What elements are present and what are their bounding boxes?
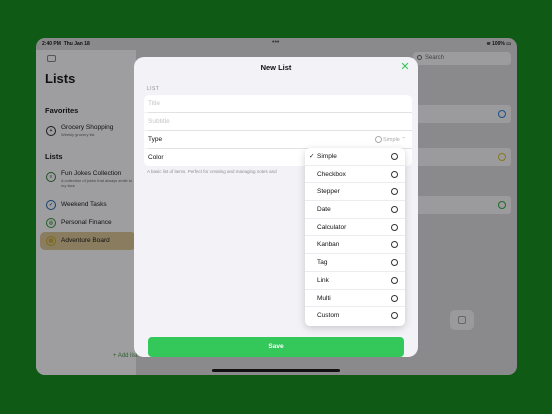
calculator-icon	[391, 223, 398, 231]
sidebar-item-label: Adventure Board	[61, 237, 110, 244]
title-field[interactable]	[144, 95, 412, 112]
target-icon: ◎	[46, 218, 56, 228]
add-list-button[interactable]: + Add list	[113, 353, 138, 359]
tag-icon	[391, 259, 398, 267]
menu-item-multi[interactable]: Multi	[305, 290, 405, 308]
menu-item-label: Simple	[317, 153, 337, 160]
menu-item-checkbox[interactable]: Checkbox	[305, 166, 405, 184]
add-circle-icon: +	[46, 126, 56, 136]
status-bar: 2:40 PM Thu Jan 18 ••• ≋ 100% ▭	[36, 38, 517, 50]
link-icon	[391, 276, 398, 284]
menu-item-label: Kanban	[317, 241, 340, 249]
menu-item-link[interactable]: Link	[305, 272, 405, 290]
menu-item-kanban[interactable]: Kanban	[305, 236, 405, 255]
type-menu: ✓ Simple Checkbox Stepper Date Calculator…	[305, 148, 405, 326]
sidebar-title: Lists	[45, 71, 76, 86]
menu-item-date[interactable]: Date	[305, 201, 405, 219]
sidebar-item-weekend-tasks[interactable]: ✓ Weekend Tasks	[40, 196, 136, 214]
sidebar: Lists Favorites + Grocery Shopping Weekl…	[36, 50, 136, 375]
sidebar-item-adventure-board[interactable]: ▦ Adventure Board	[40, 232, 136, 250]
status-icon	[498, 110, 506, 118]
menu-item-label: Stepper	[317, 188, 340, 196]
multi-icon	[391, 294, 398, 302]
type-label: Type	[148, 136, 163, 143]
battery-indicator: ≋ 100% ▭	[486, 41, 511, 47]
search-field[interactable]: Search	[413, 52, 511, 65]
subtitle-input[interactable]	[148, 118, 408, 125]
custom-icon	[391, 312, 398, 320]
sidebar-item-label: Personal Finance	[61, 219, 112, 226]
list-row[interactable]	[410, 196, 511, 214]
list-section-label: LIST	[147, 86, 160, 92]
sheet-title: New List	[260, 63, 292, 72]
checkmark-circle-icon: ✓	[46, 200, 56, 210]
status-time: 2:40 PM Thu Jan 18	[42, 41, 90, 47]
menu-item-simple[interactable]: ✓ Simple	[305, 148, 405, 166]
subtitle-field[interactable]	[144, 113, 412, 130]
status-date: Thu Jan 18	[63, 41, 90, 47]
type-description: A basic list of items. Perfect for creat…	[147, 169, 277, 174]
menu-item-label: Checkbox	[317, 170, 346, 178]
type-value: Simple	[383, 136, 400, 143]
title-input[interactable]	[148, 100, 408, 107]
type-picker[interactable]: Simple ⌃	[375, 136, 406, 143]
list-row[interactable]	[410, 148, 511, 166]
search-placeholder: Search	[425, 55, 445, 61]
lists-heading: Lists	[45, 152, 63, 161]
sidebar-item-label: Grocery Shopping	[61, 124, 114, 131]
menu-item-label: Calculator	[317, 223, 347, 231]
menu-item-tag[interactable]: Tag	[305, 254, 405, 272]
menu-item-label: Tag	[317, 259, 328, 267]
status-icon	[498, 153, 506, 161]
stepper-icon	[391, 188, 398, 196]
menu-item-custom[interactable]: Custom	[305, 307, 405, 325]
sidebar-item-grocery-shopping[interactable]: + Grocery Shopping Weekly grocery list	[40, 122, 136, 140]
home-indicator[interactable]	[212, 369, 340, 372]
calendar-icon	[391, 206, 398, 214]
status-icon	[498, 201, 506, 209]
sidebar-item-fun-jokes-collection[interactable]: ≡ Fun Jokes Collection A collection of j…	[40, 168, 136, 188]
list-row[interactable]	[410, 105, 511, 123]
sidebar-item-label: Fun Jokes Collection	[61, 170, 122, 177]
checkbox-icon	[391, 170, 398, 178]
list-icon: ≡	[46, 172, 56, 182]
simple-icon	[391, 153, 398, 160]
multitasking-dots-icon[interactable]: •••	[272, 39, 279, 46]
kanban-icon	[391, 241, 398, 249]
menu-item-label: Multi	[317, 294, 331, 302]
sidebar-item-subtitle: Weekly grocery list	[61, 132, 95, 137]
menu-item-calculator[interactable]: Calculator	[305, 219, 405, 237]
sidebar-item-label: Weekend Tasks	[61, 201, 107, 208]
checkmark-icon: ✓	[309, 153, 315, 160]
favorites-heading: Favorites	[45, 106, 79, 115]
search-icon	[417, 55, 422, 60]
menu-item-label: Date	[317, 206, 331, 214]
edit-button[interactable]	[450, 310, 474, 330]
close-icon[interactable]: ✕	[400, 62, 410, 73]
sidebar-item-subtitle: A collection of jokes that always smile …	[61, 178, 133, 188]
simple-icon	[375, 136, 383, 143]
menu-item-stepper[interactable]: Stepper	[305, 183, 405, 202]
edit-icon	[458, 316, 466, 324]
sidebar-toggle-icon[interactable]	[47, 55, 56, 62]
color-label: Color	[148, 154, 164, 161]
menu-item-label: Custom	[317, 312, 340, 320]
menu-item-label: Link	[317, 276, 329, 284]
save-button[interactable]: Save	[148, 337, 404, 357]
type-row[interactable]: Type Simple ⌃	[144, 131, 412, 148]
board-icon: ▦	[46, 236, 56, 246]
sidebar-item-personal-finance[interactable]: ◎ Personal Finance	[40, 214, 136, 232]
